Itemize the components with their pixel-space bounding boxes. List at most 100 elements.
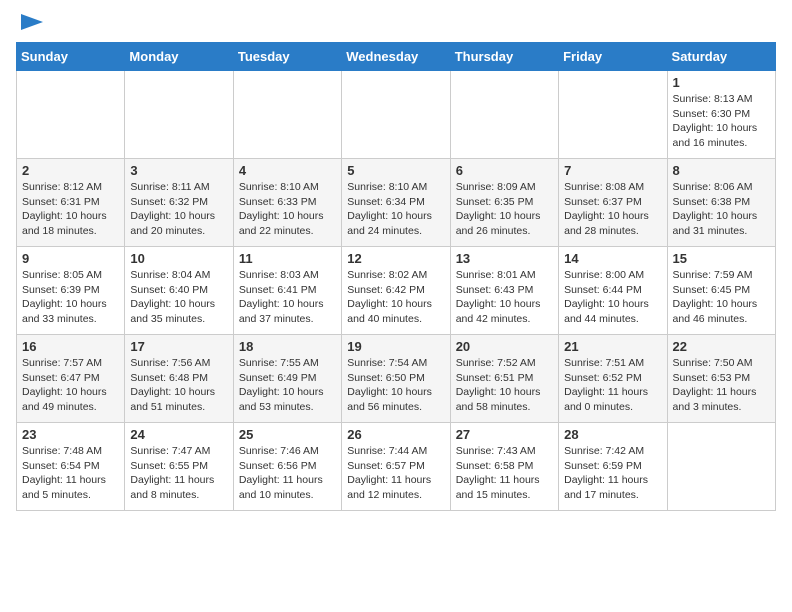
day-number: 19 bbox=[347, 339, 444, 354]
day-info: Sunrise: 7:51 AM Sunset: 6:52 PM Dayligh… bbox=[564, 356, 661, 415]
calendar-empty-cell bbox=[667, 423, 775, 511]
calendar-empty-cell bbox=[559, 71, 667, 159]
day-info: Sunrise: 7:42 AM Sunset: 6:59 PM Dayligh… bbox=[564, 444, 661, 503]
calendar-header-sunday: Sunday bbox=[17, 43, 125, 71]
day-number: 3 bbox=[130, 163, 227, 178]
page-header bbox=[16, 16, 776, 32]
day-number: 1 bbox=[673, 75, 770, 90]
calendar-day-12: 12 Sunrise: 8:02 AM Sunset: 6:42 PM Dayli… bbox=[342, 247, 450, 335]
day-info: Sunrise: 8:02 AM Sunset: 6:42 PM Dayligh… bbox=[347, 268, 444, 327]
calendar-day-15: 15 Sunrise: 7:59 AM Sunset: 6:45 PM Dayli… bbox=[667, 247, 775, 335]
calendar-header-saturday: Saturday bbox=[667, 43, 775, 71]
calendar-day-14: 14 Sunrise: 8:00 AM Sunset: 6:44 PM Dayli… bbox=[559, 247, 667, 335]
calendar-day-19: 19 Sunrise: 7:54 AM Sunset: 6:50 PM Dayli… bbox=[342, 335, 450, 423]
day-info: Sunrise: 7:54 AM Sunset: 6:50 PM Dayligh… bbox=[347, 356, 444, 415]
logo-flag-icon bbox=[19, 12, 45, 32]
day-number: 10 bbox=[130, 251, 227, 266]
calendar-day-5: 5 Sunrise: 8:10 AM Sunset: 6:34 PM Daylig… bbox=[342, 159, 450, 247]
day-info: Sunrise: 7:56 AM Sunset: 6:48 PM Dayligh… bbox=[130, 356, 227, 415]
calendar-header-monday: Monday bbox=[125, 43, 233, 71]
day-info: Sunrise: 8:10 AM Sunset: 6:33 PM Dayligh… bbox=[239, 180, 336, 239]
calendar-day-18: 18 Sunrise: 7:55 AM Sunset: 6:49 PM Dayli… bbox=[233, 335, 341, 423]
calendar-day-13: 13 Sunrise: 8:01 AM Sunset: 6:43 PM Dayli… bbox=[450, 247, 558, 335]
day-info: Sunrise: 8:10 AM Sunset: 6:34 PM Dayligh… bbox=[347, 180, 444, 239]
day-number: 2 bbox=[22, 163, 119, 178]
calendar-week-row: 2Sunrise: 8:12 AM Sunset: 6:31 PM Daylig… bbox=[17, 159, 776, 247]
calendar-day-3: 3 Sunrise: 8:11 AM Sunset: 6:32 PM Daylig… bbox=[125, 159, 233, 247]
day-number: 26 bbox=[347, 427, 444, 442]
calendar-empty-cell bbox=[450, 71, 558, 159]
day-info: Sunrise: 7:57 AM Sunset: 6:47 PM Dayligh… bbox=[22, 356, 119, 415]
calendar-day-23: 23 Sunrise: 7:48 AM Sunset: 6:54 PM Dayli… bbox=[17, 423, 125, 511]
logo bbox=[16, 16, 45, 32]
calendar-header-friday: Friday bbox=[559, 43, 667, 71]
day-info: Sunrise: 7:48 AM Sunset: 6:54 PM Dayligh… bbox=[22, 444, 119, 503]
day-info: Sunrise: 8:04 AM Sunset: 6:40 PM Dayligh… bbox=[130, 268, 227, 327]
day-number: 6 bbox=[456, 163, 553, 178]
day-info: Sunrise: 7:52 AM Sunset: 6:51 PM Dayligh… bbox=[456, 356, 553, 415]
calendar-day-16: 16 Sunrise: 7:57 AM Sunset: 6:47 PM Dayli… bbox=[17, 335, 125, 423]
day-info: Sunrise: 8:11 AM Sunset: 6:32 PM Dayligh… bbox=[130, 180, 227, 239]
calendar-day-24: 24Sunrise: 7:47 AM Sunset: 6:55 PM Dayli… bbox=[125, 423, 233, 511]
calendar-day-17: 17 Sunrise: 7:56 AM Sunset: 6:48 PM Dayli… bbox=[125, 335, 233, 423]
calendar-empty-cell bbox=[17, 71, 125, 159]
day-number: 27 bbox=[456, 427, 553, 442]
calendar-header-tuesday: Tuesday bbox=[233, 43, 341, 71]
calendar-table: SundayMondayTuesdayWednesdayThursdayFrid… bbox=[16, 42, 776, 511]
day-info: Sunrise: 8:08 AM Sunset: 6:37 PM Dayligh… bbox=[564, 180, 661, 239]
day-number: 16 bbox=[22, 339, 119, 354]
calendar-day-8: 8 Sunrise: 8:06 AM Sunset: 6:38 PM Daylig… bbox=[667, 159, 775, 247]
day-info: Sunrise: 8:00 AM Sunset: 6:44 PM Dayligh… bbox=[564, 268, 661, 327]
day-number: 21 bbox=[564, 339, 661, 354]
day-info: Sunrise: 7:59 AM Sunset: 6:45 PM Dayligh… bbox=[673, 268, 770, 327]
calendar-day-2: 2Sunrise: 8:12 AM Sunset: 6:31 PM Daylig… bbox=[17, 159, 125, 247]
calendar-day-27: 27 Sunrise: 7:43 AM Sunset: 6:58 PM Dayli… bbox=[450, 423, 558, 511]
day-number: 5 bbox=[347, 163, 444, 178]
calendar-empty-cell bbox=[342, 71, 450, 159]
day-number: 25 bbox=[239, 427, 336, 442]
calendar-empty-cell bbox=[233, 71, 341, 159]
calendar-day-11: 11 Sunrise: 8:03 AM Sunset: 6:41 PM Dayli… bbox=[233, 247, 341, 335]
calendar-page: SundayMondayTuesdayWednesdayThursdayFrid… bbox=[0, 0, 792, 527]
calendar-header-row: SundayMondayTuesdayWednesdayThursdayFrid… bbox=[17, 43, 776, 71]
day-info: Sunrise: 8:09 AM Sunset: 6:35 PM Dayligh… bbox=[456, 180, 553, 239]
day-number: 8 bbox=[673, 163, 770, 178]
day-number: 20 bbox=[456, 339, 553, 354]
calendar-header-wednesday: Wednesday bbox=[342, 43, 450, 71]
day-number: 12 bbox=[347, 251, 444, 266]
calendar-empty-cell bbox=[125, 71, 233, 159]
calendar-day-21: 21 Sunrise: 7:51 AM Sunset: 6:52 PM Dayli… bbox=[559, 335, 667, 423]
day-info: Sunrise: 8:01 AM Sunset: 6:43 PM Dayligh… bbox=[456, 268, 553, 327]
day-number: 17 bbox=[130, 339, 227, 354]
day-info: Sunrise: 8:05 AM Sunset: 6:39 PM Dayligh… bbox=[22, 268, 119, 327]
day-info: Sunrise: 7:44 AM Sunset: 6:57 PM Dayligh… bbox=[347, 444, 444, 503]
day-number: 7 bbox=[564, 163, 661, 178]
day-info: Sunrise: 7:55 AM Sunset: 6:49 PM Dayligh… bbox=[239, 356, 336, 415]
day-number: 15 bbox=[673, 251, 770, 266]
calendar-day-6: 6 Sunrise: 8:09 AM Sunset: 6:35 PM Daylig… bbox=[450, 159, 558, 247]
day-number: 18 bbox=[239, 339, 336, 354]
day-number: 22 bbox=[673, 339, 770, 354]
calendar-day-7: 7 Sunrise: 8:08 AM Sunset: 6:37 PM Daylig… bbox=[559, 159, 667, 247]
day-number: 11 bbox=[239, 251, 336, 266]
day-info: Sunrise: 7:50 AM Sunset: 6:53 PM Dayligh… bbox=[673, 356, 770, 415]
calendar-week-row: 23 Sunrise: 7:48 AM Sunset: 6:54 PM Dayli… bbox=[17, 423, 776, 511]
calendar-day-1: 1 Sunrise: 8:13 AM Sunset: 6:30 PM Daylig… bbox=[667, 71, 775, 159]
day-info: Sunrise: 7:46 AM Sunset: 6:56 PM Dayligh… bbox=[239, 444, 336, 503]
day-info: Sunrise: 7:43 AM Sunset: 6:58 PM Dayligh… bbox=[456, 444, 553, 503]
calendar-header-thursday: Thursday bbox=[450, 43, 558, 71]
day-info: Sunrise: 8:06 AM Sunset: 6:38 PM Dayligh… bbox=[673, 180, 770, 239]
calendar-week-row: 1 Sunrise: 8:13 AM Sunset: 6:30 PM Daylig… bbox=[17, 71, 776, 159]
calendar-day-22: 22 Sunrise: 7:50 AM Sunset: 6:53 PM Dayli… bbox=[667, 335, 775, 423]
day-number: 14 bbox=[564, 251, 661, 266]
day-number: 13 bbox=[456, 251, 553, 266]
calendar-day-4: 4Sunrise: 8:10 AM Sunset: 6:33 PM Daylig… bbox=[233, 159, 341, 247]
calendar-day-10: 10 Sunrise: 8:04 AM Sunset: 6:40 PM Dayli… bbox=[125, 247, 233, 335]
day-number: 24 bbox=[130, 427, 227, 442]
day-number: 23 bbox=[22, 427, 119, 442]
day-info: Sunrise: 8:03 AM Sunset: 6:41 PM Dayligh… bbox=[239, 268, 336, 327]
calendar-day-9: 9Sunrise: 8:05 AM Sunset: 6:39 PM Daylig… bbox=[17, 247, 125, 335]
day-number: 28 bbox=[564, 427, 661, 442]
calendar-day-26: 26 Sunrise: 7:44 AM Sunset: 6:57 PM Dayli… bbox=[342, 423, 450, 511]
day-info: Sunrise: 8:13 AM Sunset: 6:30 PM Dayligh… bbox=[673, 92, 770, 151]
